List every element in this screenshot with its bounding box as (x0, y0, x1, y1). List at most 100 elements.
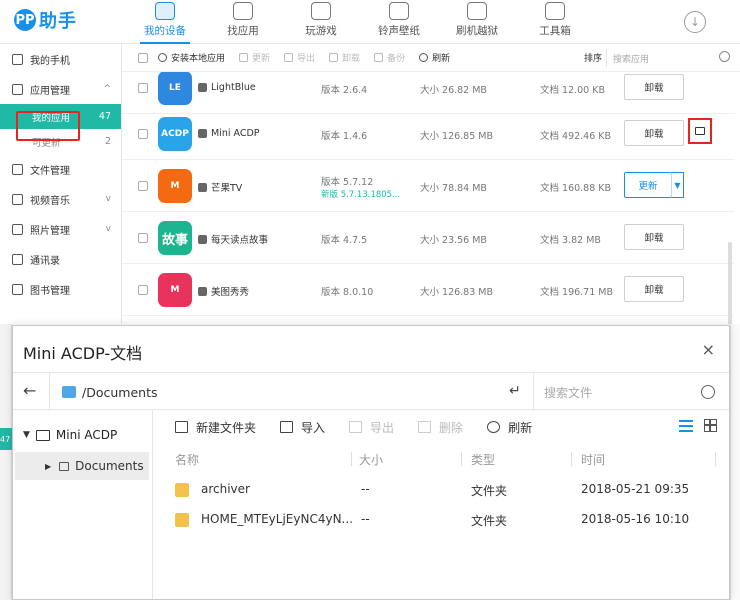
row-checkbox[interactable] (138, 129, 148, 139)
file-search-input[interactable]: 搜索文件 (533, 373, 729, 411)
uninstall-button[interactable]: 卸载 (329, 51, 360, 64)
row-checkbox[interactable] (138, 233, 148, 243)
grid-view-icon[interactable] (704, 419, 717, 432)
chevron-down-icon[interactable]: ▼ (671, 172, 684, 198)
contact-icon (12, 253, 23, 265)
app-search-input[interactable]: 搜索应用 (606, 49, 732, 67)
tree-item-root[interactable]: ▼ Mini ACDP (23, 428, 117, 442)
file-table-header: 名称 大小 类型 时间 (153, 446, 729, 470)
row-checkbox[interactable] (138, 181, 148, 191)
nav-label: 工具箱 (539, 25, 571, 37)
open-documents-button[interactable] (688, 118, 712, 144)
toolbar-label: 导出 (370, 420, 395, 435)
import-button[interactable]: 导入 (280, 419, 325, 436)
app-row[interactable]: M 美图秀秀 版本 8.0.10 大小 126.83 MB 文档 196.71 … (122, 264, 734, 316)
toolbox-icon (545, 2, 565, 20)
app-name-text: 美图秀秀 (211, 287, 250, 298)
folder-icon (35, 429, 50, 441)
tree-label: Documents (75, 459, 144, 473)
sidebar-item-my-phone[interactable]: 我的手机 (0, 44, 121, 74)
enter-icon[interactable]: ↵ (509, 383, 521, 399)
nav-toolbox[interactable]: 工具箱 (516, 0, 594, 44)
row-checkbox[interactable] (138, 285, 148, 295)
meitu-app-icon: M (158, 273, 192, 307)
file-size: -- (361, 482, 370, 496)
search-icon[interactable] (719, 51, 730, 62)
top-bar: PP 助手 我的设备 找应用 玩游戏 铃声壁纸 刷机越狱 工具箱 ↓ (0, 0, 740, 44)
column-divider (461, 452, 462, 466)
folder-tree: ▼ Mini ACDP ▶ Documents (13, 410, 153, 599)
path-field[interactable]: /Documents (49, 373, 533, 411)
install-local-button[interactable]: 安装本地应用 (158, 51, 225, 64)
background-app-edge: 47 (0, 324, 12, 600)
nav-ringtones[interactable]: 铃声壁纸 (360, 0, 438, 44)
export-button[interactable]: 导出 (284, 51, 315, 64)
search-icon[interactable] (701, 385, 715, 399)
app-row[interactable]: ACDP Mini ACDP 版本 1.4.6 大小 126.85 MB 文档 … (122, 108, 734, 160)
row-checkbox[interactable] (138, 83, 148, 93)
sidebar-item-video-music[interactable]: 视频音乐 v (0, 184, 121, 214)
uninstall-app-button[interactable]: 卸载 (624, 120, 684, 146)
sidebar-item-app-management[interactable]: 应用管理 ^ (0, 74, 121, 104)
app-version: 版本 2.6.4 (321, 85, 368, 96)
sidebar-item-books[interactable]: 图书管理 (0, 274, 121, 304)
app-row[interactable]: M 芒果TV 版本 5.7.12 新版 5.7.13.1805... 大小 78… (122, 160, 734, 212)
app-version: 版本 1.4.6 (321, 131, 368, 142)
scrollbar[interactable] (728, 242, 732, 324)
column-divider (715, 452, 716, 466)
tree-item-documents[interactable]: ▶ Documents (15, 452, 149, 480)
uninstall-app-button[interactable]: 卸载 (624, 276, 684, 302)
back-arrow-icon[interactable]: ← (23, 381, 36, 400)
sidebar-item-photos[interactable]: 照片管理 v (0, 214, 121, 244)
update-button[interactable]: 更新 (239, 51, 270, 64)
list-view-icon[interactable] (679, 420, 693, 432)
app-row[interactable]: 故事 每天读点故事 版本 4.7.5 大小 23.56 MB 文档 3.82 M… (122, 212, 734, 264)
export-button[interactable]: 导出 (349, 419, 394, 436)
nav-my-device[interactable]: 我的设备 (126, 0, 204, 44)
app-name-text: 每天读点故事 (211, 235, 269, 246)
sort-button[interactable]: 排序 (584, 51, 602, 64)
refresh-button[interactable]: 刷新 (419, 51, 450, 64)
sidebar-item-label: 视频音乐 (30, 195, 70, 207)
sidebar-item-label: 可更新 (32, 137, 61, 149)
download-icon[interactable]: ↓ (684, 11, 706, 33)
background-app-edge (730, 324, 740, 600)
expand-triangle-icon[interactable]: ▼ (23, 430, 30, 440)
select-all-checkbox[interactable] (138, 52, 148, 63)
search-placeholder: 搜索应用 (613, 54, 650, 65)
delete-button[interactable]: 删除 (418, 419, 463, 436)
sidebar-item-my-apps[interactable]: 我的应用 47 (0, 104, 121, 129)
app-version: 版本 4.7.5 (321, 235, 368, 246)
sidebar-item-contacts[interactable]: 通讯录 (0, 244, 121, 274)
close-icon[interactable]: × (702, 340, 715, 359)
table-row[interactable]: archiver -- 文件夹 2018-05-21 09:35 (153, 474, 729, 504)
sidebar-item-label: 应用管理 (30, 85, 70, 97)
toolbar-label: 刷新 (432, 54, 451, 64)
uninstall-app-button[interactable]: 卸载 (624, 74, 684, 100)
update-app-button[interactable]: 更新 (624, 172, 672, 198)
app-docs: 文档 160.88 KB (540, 183, 612, 194)
app-name: Mini ACDP (198, 128, 260, 139)
sidebar-item-updatable[interactable]: 可更新 2 (0, 129, 121, 154)
logo-text: 助手 (39, 11, 77, 32)
collapse-triangle-icon[interactable]: ▶ (45, 462, 51, 471)
toolbar-label: 删除 (439, 420, 464, 435)
column-size[interactable]: 大小 (359, 451, 383, 468)
column-time[interactable]: 时间 (581, 451, 605, 468)
uninstall-app-button[interactable]: 卸载 (624, 224, 684, 250)
sidebar-item-files[interactable]: 文件管理 (0, 154, 121, 184)
app-name: LightBlue (198, 82, 256, 93)
nav-flash[interactable]: 刷机越狱 (438, 0, 516, 44)
folder-icon (175, 513, 189, 527)
app-docs: 文档 12.00 KB (540, 85, 605, 96)
toolbar-label: 导出 (297, 54, 316, 64)
nav-find-apps[interactable]: 找应用 (204, 0, 282, 44)
new-folder-button[interactable]: 新建文件夹 (175, 419, 256, 436)
column-name[interactable]: 名称 (175, 451, 199, 468)
column-type[interactable]: 类型 (471, 451, 495, 468)
nav-games[interactable]: 玩游戏 (282, 0, 360, 44)
refresh-button[interactable]: 刷新 (487, 419, 532, 436)
table-row[interactable]: HOME_MTEyLjEyNC4yN... -- 文件夹 2018-05-16 … (153, 504, 729, 534)
backup-button[interactable]: 备份 (374, 51, 405, 64)
toolbar-label: 卸载 (342, 54, 361, 64)
